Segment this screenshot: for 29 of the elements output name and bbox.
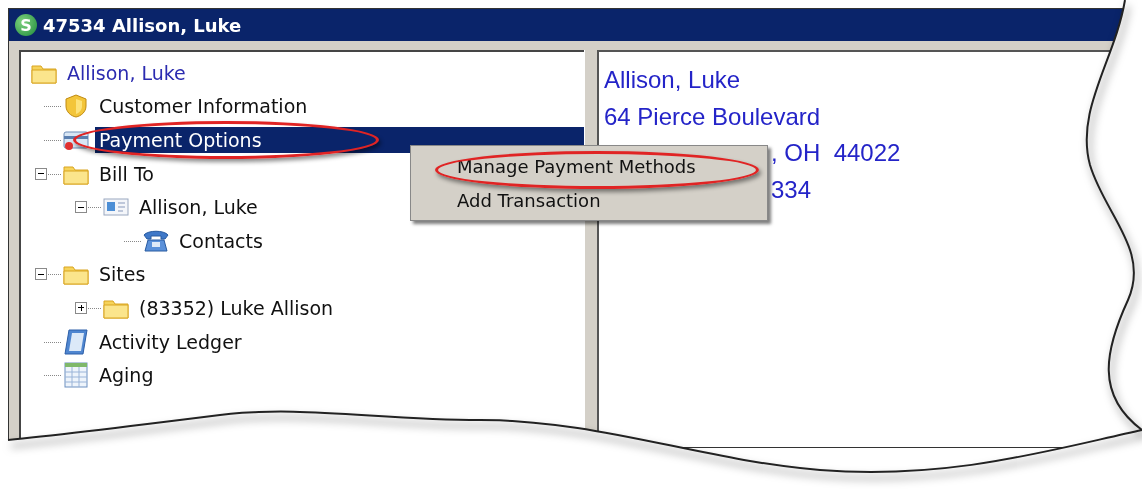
phone-icon	[141, 228, 171, 253]
app-logo: S	[15, 14, 37, 36]
tree-item[interactable]: Activity Ledger	[95, 328, 246, 355]
address-line: , OH 44022	[771, 139, 901, 166]
tree-item[interactable]: Contacts	[175, 227, 267, 254]
folder-icon	[63, 263, 89, 286]
menu-item[interactable]: Manage Payment Methods	[457, 155, 696, 177]
card-icon	[63, 129, 89, 151]
contact-card-icon	[103, 197, 129, 218]
collapse-toggle[interactable]	[75, 201, 87, 214]
window-title: 47534 Allison, Luke	[43, 14, 242, 36]
address-line: 334	[771, 175, 812, 203]
shield-icon	[64, 94, 88, 119]
expand-toggle[interactable]	[75, 301, 87, 314]
tree-item[interactable]: Allison, Luke	[135, 194, 262, 221]
tree-item[interactable]: Bill To	[95, 160, 158, 187]
collapse-toggle[interactable]	[35, 167, 47, 180]
tree-item[interactable]: Sites	[95, 261, 150, 288]
tree-item[interactable]: Customer Information	[95, 93, 312, 120]
tree-item[interactable]: Allison, Luke	[63, 59, 190, 86]
tree-item[interactable]: Payment Options	[95, 127, 584, 153]
menu-item[interactable]: Add Transaction	[457, 189, 601, 211]
tree-item[interactable]: Aging	[95, 362, 158, 389]
tree-item[interactable]: (83352) Luke Allison	[135, 294, 338, 321]
collapse-toggle[interactable]	[35, 268, 47, 281]
table-icon	[64, 362, 88, 389]
ledger-icon	[64, 328, 88, 355]
address-line: Allison, Luke	[604, 66, 741, 93]
address-line: 64 Pierce Boulevard	[604, 102, 821, 130]
